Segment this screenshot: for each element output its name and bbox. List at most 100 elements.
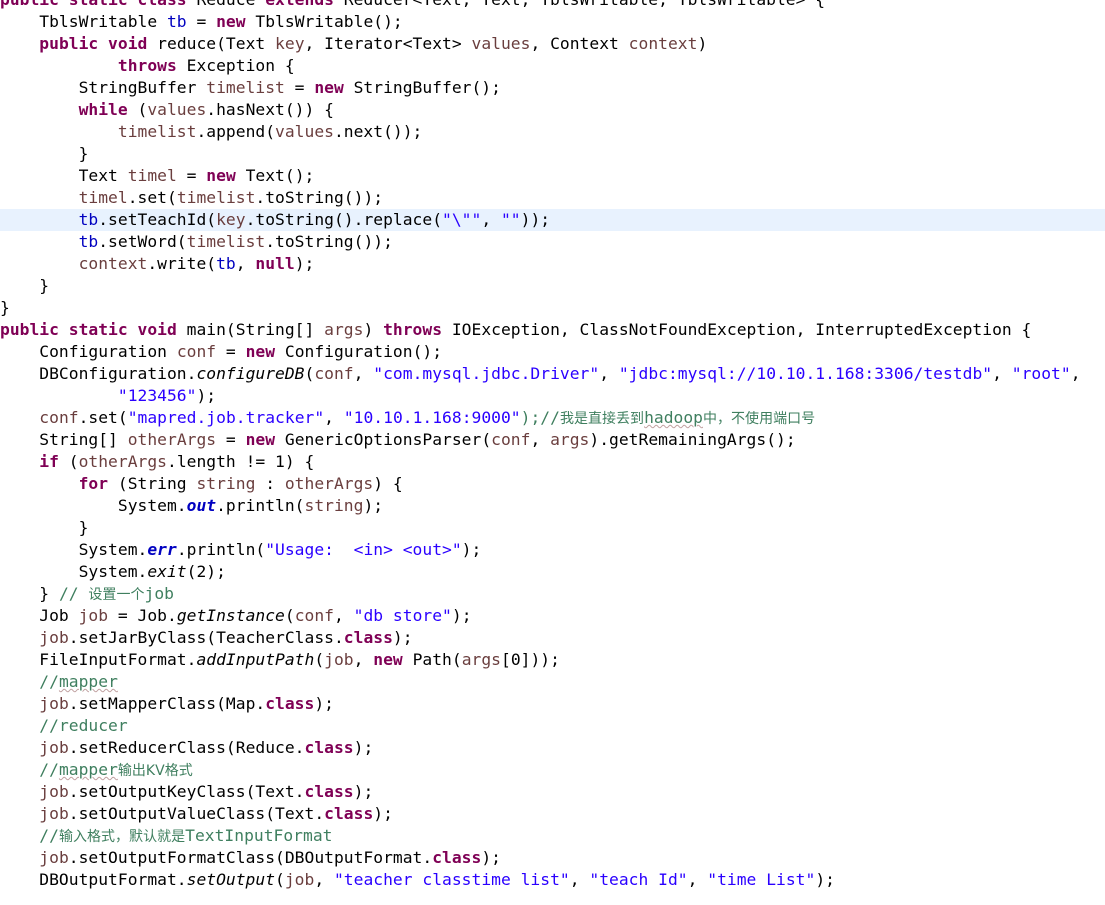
code-line[interactable]: if (otherArgs.length != 1) { (0, 451, 1105, 473)
code-token: timelist (117, 122, 197, 141)
code-token: } (0, 298, 10, 317)
code-token: job (144, 584, 174, 603)
code-token: ); (461, 540, 482, 559)
code-line[interactable]: } (0, 517, 1105, 539)
code-line[interactable]: Job job = Job.getInstance(conf, "db stor… (0, 605, 1105, 627)
code-line[interactable]: //mapper (0, 671, 1105, 693)
code-token: new (314, 78, 354, 97)
code-line[interactable]: String[] otherArgs = new GenericOptionsP… (0, 429, 1105, 451)
code-line[interactable]: public static void main(String[] args) t… (0, 319, 1105, 341)
code-line[interactable]: public void reduce(Text key, Iterator<Te… (0, 33, 1105, 55)
code-token: , Iterator<Text> (304, 34, 472, 53)
code-token: .toString()); (255, 188, 384, 207)
code-line[interactable]: timelist.append(values.next()); (0, 121, 1105, 143)
code-token: main(String[] (186, 320, 325, 339)
code-token: otherArgs (284, 474, 374, 493)
code-token: "db store" (353, 606, 452, 625)
code-token: TextInputFormat (185, 826, 333, 845)
code-line[interactable]: //reducer (0, 715, 1105, 737)
code-line[interactable]: TblsWritable tb = new TblsWritable(); (0, 11, 1105, 33)
code-token: , (314, 870, 334, 889)
code-token: GenericOptionsParser( (284, 430, 492, 449)
code-token: .next()); (333, 122, 423, 141)
code-token: } (0, 518, 89, 537)
code-token: Text (0, 166, 128, 185)
code-token: "jdbc:mysql://10.10.1.168:3306/testdb" (618, 364, 993, 383)
code-token: = (216, 342, 246, 361)
code-token: "Usage: <in> <out>" (265, 540, 462, 559)
code-token: args (550, 430, 590, 449)
code-line[interactable]: DBOutputFormat.setOutput(job, "teacher c… (0, 869, 1105, 891)
code-line[interactable]: for (String string : otherArgs) { (0, 473, 1105, 495)
code-line[interactable]: System.out.println(string); (0, 495, 1105, 517)
code-token: values (147, 100, 207, 119)
code-token: } (0, 276, 50, 295)
code-token: Reducer<Text, Text, TblsWritable, TblsWr… (344, 0, 825, 9)
code-token: class (432, 848, 482, 867)
code-line[interactable]: DBConfiguration.configureDB(conf, "com.m… (0, 363, 1105, 385)
code-token: , (353, 364, 374, 383)
code-line[interactable]: } (0, 143, 1105, 165)
code-token: , (569, 870, 590, 889)
code-token: string (304, 496, 364, 515)
code-token: ) (697, 34, 708, 53)
code-line[interactable]: "123456"); (0, 385, 1105, 407)
code-line[interactable]: tb.setWord(timelist.toString()); (0, 231, 1105, 253)
code-token: class (343, 628, 393, 647)
code-token: "teacher classtime list" (333, 870, 570, 889)
code-token: conf (491, 430, 531, 449)
code-token: .write( (147, 254, 217, 273)
code-token: .toString().replace( (245, 210, 443, 229)
code-line[interactable]: } (0, 275, 1105, 297)
code-token: job (39, 628, 69, 647)
code-line[interactable]: } (0, 297, 1105, 319)
code-token: values (275, 122, 334, 141)
code-token: ); (481, 848, 501, 867)
code-line[interactable]: job.setReducerClass(Reduce.class); (0, 737, 1105, 759)
code-token: string (196, 474, 256, 493)
code-line[interactable]: job.setMapperClass(Map.class); (0, 693, 1105, 715)
code-line[interactable]: Text timel = new Text(); (0, 165, 1105, 187)
code-line[interactable]: timel.set(timelist.toString()); (0, 187, 1105, 209)
code-token: public static void (0, 320, 187, 339)
code-line[interactable]: throws Exception { (0, 55, 1105, 77)
code-line[interactable]: while (values.hasNext()) { (0, 99, 1105, 121)
code-token: .setWord( (98, 232, 187, 251)
code-token: , (353, 650, 374, 669)
code-line[interactable]: } // 设置一个job (0, 583, 1105, 605)
code-line[interactable]: public static class Reduce extends Reduc… (0, 0, 1105, 11)
code-token: // (39, 826, 59, 845)
code-line[interactable]: //mapper输出KV格式 (0, 759, 1105, 781)
code-line[interactable]: conf.set("mapred.job.tracker", "10.10.1.… (0, 407, 1105, 429)
code-token: } (0, 584, 59, 603)
code-line[interactable]: job.setOutputKeyClass(Text.class); (0, 781, 1105, 803)
code-line[interactable]: StringBuffer timelist = new StringBuffer… (0, 77, 1105, 99)
code-editor[interactable]: public static class Reduce extends Reduc… (0, 0, 1105, 905)
code-line[interactable]: job.setOutputValueClass(Text.class); (0, 803, 1105, 825)
code-token: ); (451, 606, 472, 625)
code-token: .setReducerClass(Reduce. (68, 738, 305, 757)
code-line[interactable]: context.write(tb, null); (0, 253, 1105, 275)
code-token: ).getRemainingArgs(); (589, 430, 796, 449)
code-token: String[] (0, 430, 128, 449)
code-token: context (78, 254, 148, 273)
code-line[interactable]: System.err.println("Usage: <in> <out>"); (0, 539, 1105, 561)
code-token: FileInputFormat. (0, 650, 197, 669)
code-line[interactable]: //输入格式，默认就是TextInputFormat (0, 825, 1105, 847)
code-line[interactable]: FileInputFormat.addInputPath(job, new Pa… (0, 649, 1105, 671)
code-token: setOutput (186, 870, 276, 889)
code-token: "10.10.1.168:9000" (343, 408, 521, 427)
code-token: [0])); (501, 650, 560, 669)
code-line[interactable]: Configuration conf = new Configuration()… (0, 341, 1105, 363)
code-line[interactable]: job.setJarByClass(TeacherClass.class); (0, 627, 1105, 649)
code-token: conf (39, 408, 79, 427)
code-line[interactable]: System.exit(2); (0, 561, 1105, 583)
code-line[interactable]: job.setOutputFormatClass(DBOutputFormat.… (0, 847, 1105, 869)
code-line-current[interactable]: tb.setTeachId(key.toString().replace("\"… (0, 209, 1105, 231)
